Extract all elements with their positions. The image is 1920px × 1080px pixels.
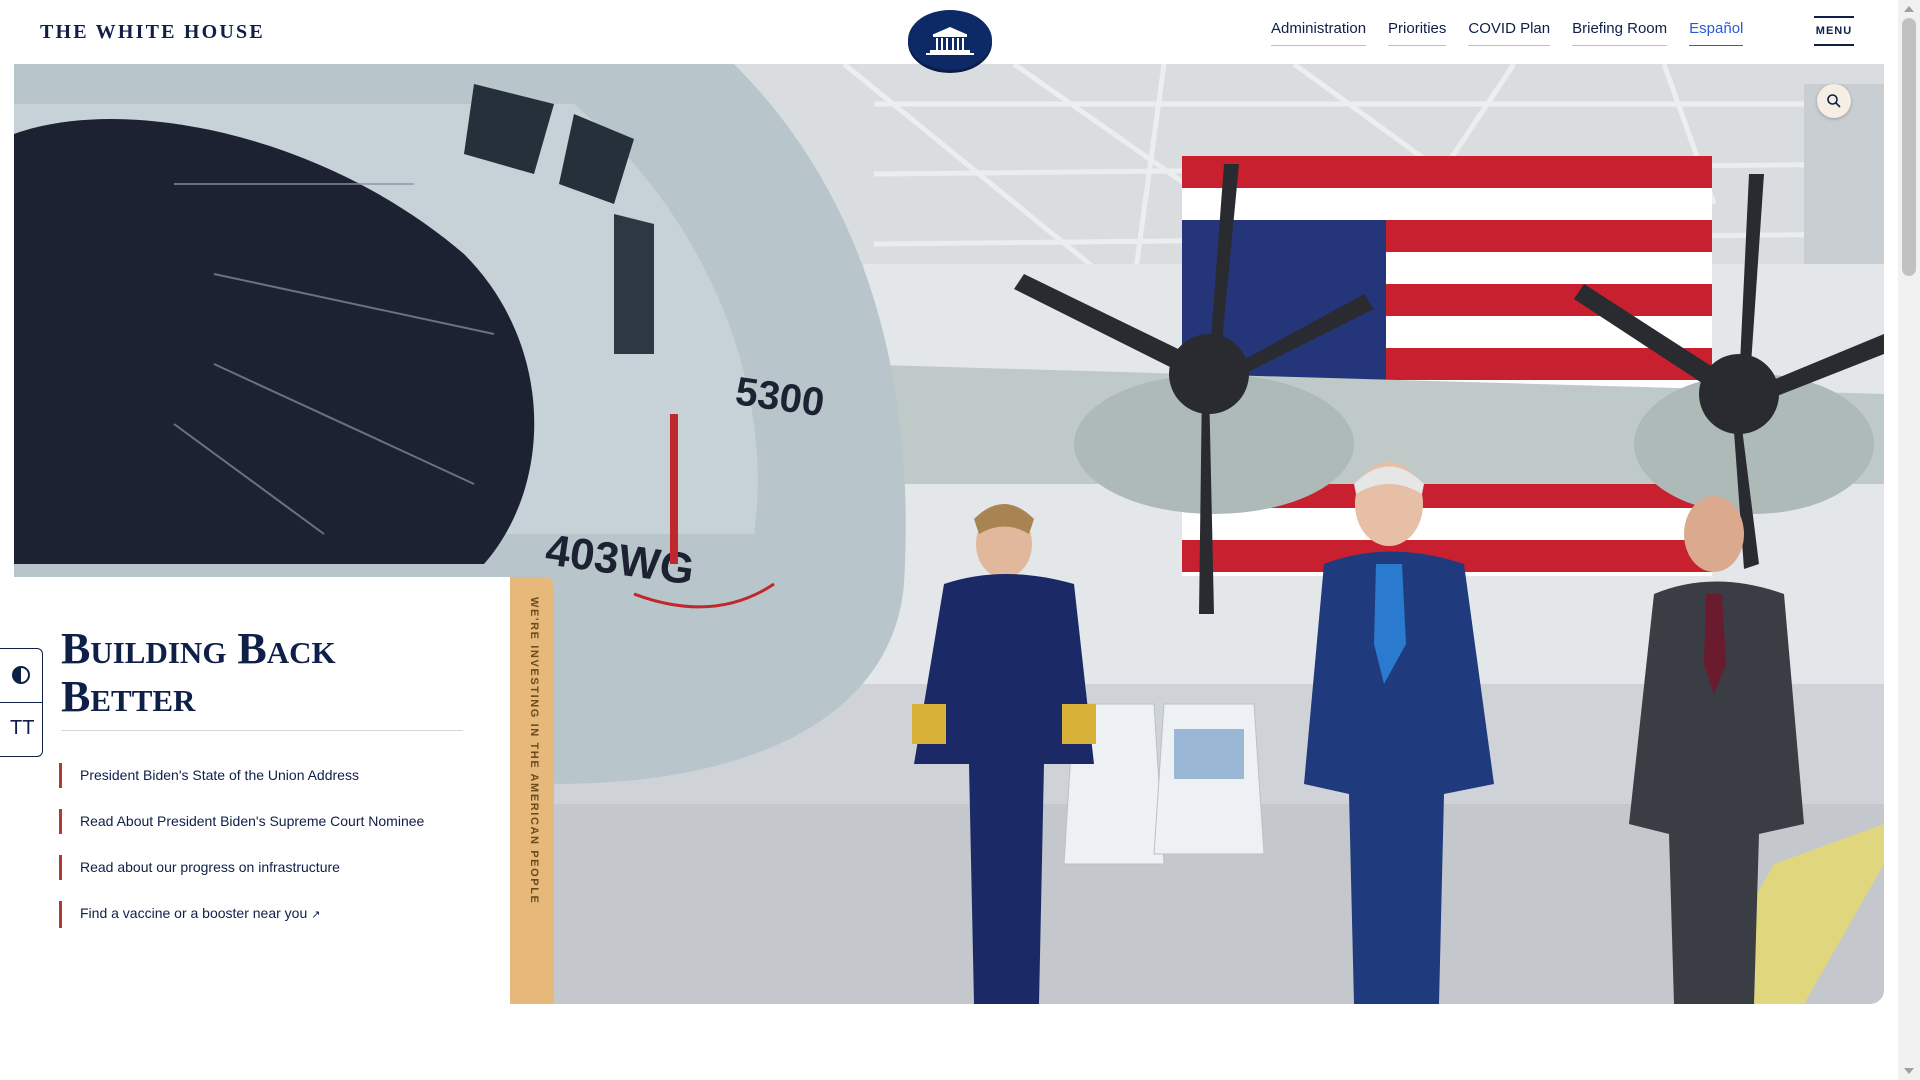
link-infrastructure-progress[interactable]: Read about our progress on infrastructur… xyxy=(59,855,459,880)
text-size-icon: TT xyxy=(10,717,35,739)
scroll-thumb[interactable] xyxy=(1902,18,1916,276)
scroll-down-arrow-icon[interactable] xyxy=(1904,1068,1914,1074)
link-label: Find a vaccine or a booster near you xyxy=(80,905,308,921)
feature-title: Building Back Better xyxy=(61,624,336,721)
menu-button[interactable]: MENU xyxy=(1814,16,1854,46)
feature-divider xyxy=(61,730,463,731)
link-state-of-the-union[interactable]: President Biden's State of the Union Add… xyxy=(59,763,459,788)
external-link-icon: ↗ xyxy=(311,909,321,921)
main-nav: Administration Priorities COVID Plan Bri… xyxy=(1271,20,1744,46)
link-label: President Biden's State of the Union Add… xyxy=(80,767,359,783)
contrast-icon xyxy=(12,666,30,684)
link-label: Read about our progress on infrastructur… xyxy=(80,859,340,875)
contrast-toggle-button[interactable] xyxy=(0,649,42,703)
link-find-vaccine[interactable]: Find a vaccine or a booster near you ↗ xyxy=(59,901,459,928)
search-icon xyxy=(1827,94,1841,108)
nav-covid-plan[interactable]: COVID Plan xyxy=(1468,20,1551,46)
feature-strip-text: WE'RE INVESTING IN THE AMERICAN PEOPLE xyxy=(528,597,540,905)
white-house-seal-icon[interactable] xyxy=(908,10,992,70)
link-label: Read About President Biden's Supreme Cou… xyxy=(80,813,425,829)
feature-panel: Building Back Better President Biden's S… xyxy=(14,577,510,1004)
link-supreme-court-nominee[interactable]: Read About President Biden's Supreme Cou… xyxy=(59,809,459,834)
feature-links: President Biden's State of the Union Add… xyxy=(59,763,459,949)
feature-accent-strip: WE'RE INVESTING IN THE AMERICAN PEOPLE xyxy=(510,577,554,1004)
search-button[interactable] xyxy=(1817,84,1851,118)
nav-administration[interactable]: Administration xyxy=(1271,20,1367,46)
nav-priorities[interactable]: Priorities xyxy=(1388,20,1447,46)
nav-espanol[interactable]: Español xyxy=(1689,20,1744,46)
text-size-button[interactable]: TT xyxy=(0,703,42,756)
site-brand[interactable]: THE WHITE HOUSE xyxy=(40,21,265,44)
scroll-up-arrow-icon[interactable] xyxy=(1904,6,1914,12)
nav-briefing-room[interactable]: Briefing Room xyxy=(1572,20,1668,46)
page-scrollbar[interactable] xyxy=(1898,0,1920,1080)
accessibility-tools: TT xyxy=(0,648,43,757)
